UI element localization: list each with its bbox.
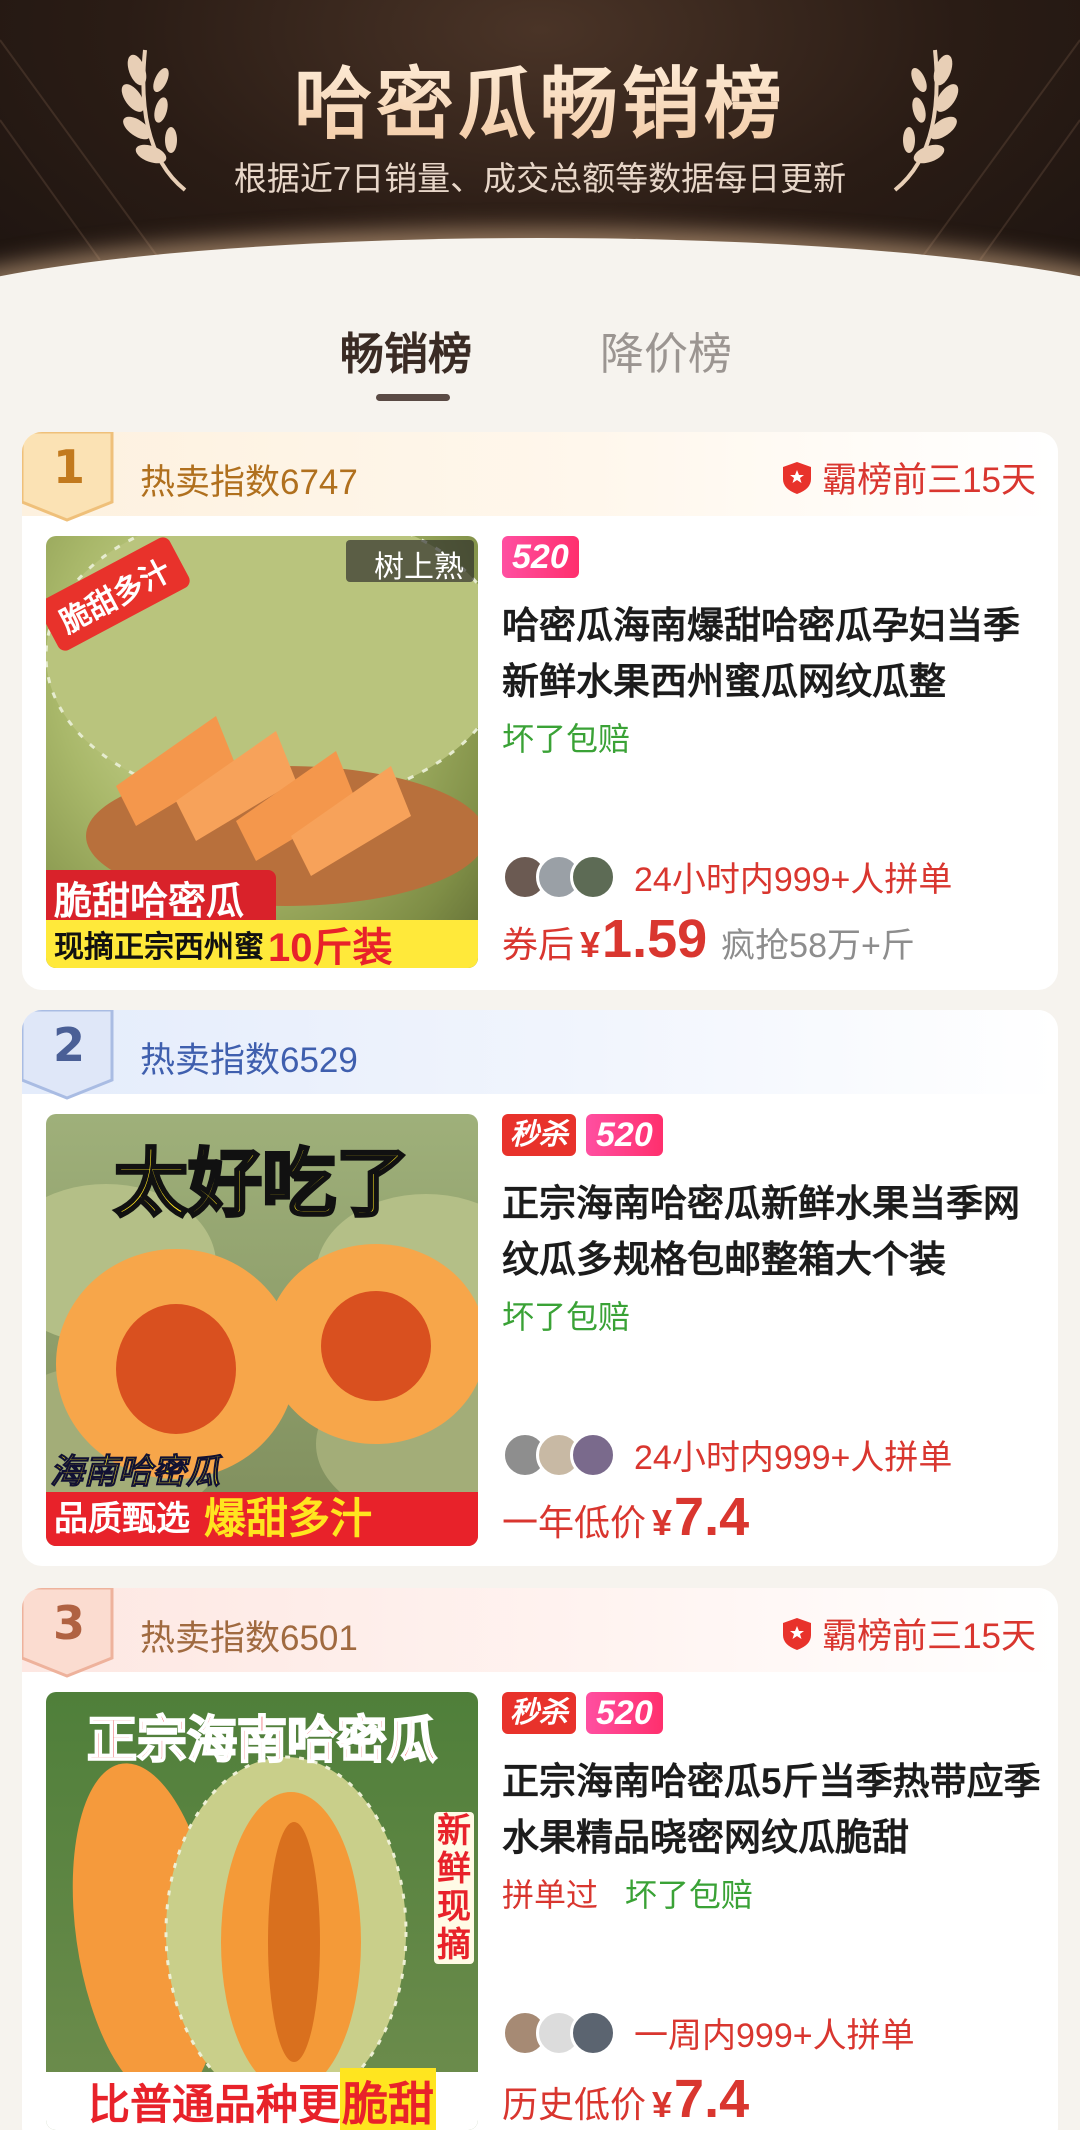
- product-card[interactable]: 1 热卖指数6747 霸榜前三15天 树上熟 脆甜多汁 脆甜哈密瓜 现摘正宗西州…: [22, 432, 1058, 990]
- tag-row: 秒杀 520: [502, 1114, 1042, 1156]
- tag-row: 520: [502, 536, 1042, 578]
- price-label: 券后: [502, 924, 575, 965]
- currency-symbol: ¥: [580, 924, 601, 965]
- tag-row: 秒杀 520: [502, 1692, 1042, 1734]
- image-banner-text: 比普通品种更: [87, 2080, 340, 2128]
- product-title[interactable]: 哈密瓜海南爆甜哈密瓜孕妇当季新鲜水果西州蜜瓜网纹瓜整: [502, 598, 1042, 710]
- tag-flash-sale: 秒杀: [502, 1692, 577, 1734]
- ranking-tabs: 畅销榜 降价榜: [0, 318, 1080, 408]
- avatar: [570, 1431, 616, 1478]
- sold-count: 疯抢58万+斤: [721, 927, 915, 965]
- price-value: 1.59: [602, 909, 708, 969]
- image-banner: 比普通品种更 脆甜: [46, 2068, 478, 2130]
- avatar: [570, 853, 616, 900]
- group-buy-text: 一周内999+人拼单: [634, 2017, 915, 2055]
- product-title[interactable]: 正宗海南哈密瓜新鲜水果当季网纹瓜多规格包邮整箱大个装: [502, 1176, 1042, 1288]
- image-banner-text: 现摘正宗西州蜜: [54, 931, 264, 964]
- product-info: 秒杀 520 正宗海南哈密瓜5斤当季热带应季水果精品晓密网纹瓜脆甜 拼单过 坏了…: [502, 1692, 1042, 2130]
- product-image[interactable]: 正宗海南哈密瓜 新鲜现摘 比普通品种更 脆甜: [46, 1692, 478, 2130]
- card-header: 2 热卖指数6529: [22, 1010, 1058, 1100]
- product-info: 秒杀 520 正宗海南哈密瓜新鲜水果当季网纹瓜多规格包邮整箱大个装 坏了包赔 2…: [502, 1114, 1042, 1554]
- price-label: 历史低价: [502, 2084, 647, 2125]
- image-banner-line2: 现摘正宗西州蜜 10斤装: [46, 920, 478, 968]
- image-banner-line2: 品质甄选 爆甜多汁: [46, 1492, 478, 1546]
- product-title[interactable]: 正宗海南哈密瓜5斤当季热带应季水果精品晓密网纹瓜脆甜: [502, 1754, 1042, 1866]
- top3-tag: 霸榜前三15天: [782, 1608, 1036, 1659]
- currency-symbol: ¥: [652, 1502, 673, 1543]
- shield-star-icon: [783, 1617, 812, 1650]
- shield-star-icon: [783, 461, 812, 494]
- ranking-header: 哈密瓜畅销榜 根据近7日销量、成交总额等数据每日更新: [0, 0, 1080, 300]
- image-banner-line1: 海南哈密瓜: [50, 1453, 221, 1492]
- guarantee-row: 坏了包赔: [502, 714, 1042, 758]
- guarantee-row: 坏了包赔: [502, 1292, 1042, 1336]
- product-image[interactable]: 太好吃了 海南哈密瓜 品质甄选 爆甜多汁: [46, 1114, 478, 1546]
- guarantee-refund: 坏了包赔: [502, 1299, 631, 1335]
- guarantee-refund: 坏了包赔: [502, 721, 631, 757]
- avatar: [570, 2009, 616, 2056]
- group-buy-row: 24小时内999+人拼单: [502, 1430, 952, 1479]
- price-row: 一年低价 ¥ 7.4: [502, 1486, 749, 1548]
- tag-flash-sale: 秒杀: [502, 1114, 577, 1156]
- card-header: 3 热卖指数6501 霸榜前三15天: [22, 1588, 1058, 1678]
- group-buy-row: 一周内999+人拼单: [502, 2008, 915, 2057]
- hot-index: 热卖指数6529: [140, 1041, 358, 1080]
- hot-index: 热卖指数6747: [140, 463, 358, 502]
- rank-number: 2: [52, 1018, 85, 1072]
- price-row: 历史低价 ¥ 7.4: [502, 2068, 749, 2130]
- avatar-group: [502, 1431, 616, 1478]
- guarantee-refund: 坏了包赔: [624, 1877, 753, 1913]
- page-subtitle: 根据近7日销量、成交总额等数据每日更新: [233, 160, 847, 197]
- price-row: 券后 ¥ 1.59 疯抢58万+斤: [502, 908, 915, 970]
- currency-symbol: ¥: [652, 2084, 673, 2125]
- price-label: 一年低价: [502, 1502, 647, 1543]
- tag-520: 520: [586, 1114, 663, 1156]
- top3-text: 霸榜前三15天: [822, 1617, 1036, 1656]
- product-info: 520 哈密瓜海南爆甜哈密瓜孕妇当季新鲜水果西州蜜瓜网纹瓜整 坏了包赔 24小时…: [502, 536, 1042, 976]
- tag-520: 520: [502, 536, 579, 578]
- guarantee-group-bought: 拼单过: [502, 1877, 599, 1913]
- group-buy-text: 24小时内999+人拼单: [634, 1439, 953, 1477]
- product-card[interactable]: 3 热卖指数6501 霸榜前三15天 正宗海南哈密瓜 新鲜现摘 比普通品种更 脆…: [22, 1588, 1058, 2130]
- image-corner-label: 树上熟: [374, 551, 464, 584]
- product-card[interactable]: 2 热卖指数6529 太好吃了 海南哈密瓜 品质甄选 爆甜多汁 秒杀 520 正…: [22, 1010, 1058, 1566]
- price-value: 7.4: [674, 1487, 750, 1547]
- price-value: 7.4: [674, 2069, 750, 2129]
- group-buy-row: 24小时内999+人拼单: [502, 852, 952, 901]
- rank-number: 3: [52, 1596, 85, 1650]
- rank-number: 1: [52, 440, 85, 494]
- product-image[interactable]: 树上熟 脆甜多汁 脆甜哈密瓜 现摘正宗西州蜜 10斤装: [46, 536, 478, 968]
- guarantee-row: 拼单过 坏了包赔: [502, 1870, 1042, 1914]
- active-tab-indicator: [376, 394, 450, 401]
- avatar-group: [502, 2009, 616, 2056]
- hot-index: 热卖指数6501: [140, 1619, 358, 1658]
- tag-520: 520: [586, 1692, 663, 1734]
- tab-price-drop[interactable]: 降价榜: [600, 318, 732, 382]
- image-side-label: 新鲜现摘: [434, 1812, 474, 1964]
- top3-text: 霸榜前三15天: [822, 461, 1036, 500]
- image-banner-highlight: 脆甜: [340, 2068, 436, 2130]
- image-banner-line1: 脆甜哈密瓜: [46, 870, 276, 923]
- image-banner-text: 品质甄选: [46, 1492, 198, 1546]
- card-header: 1 热卖指数6747 霸榜前三15天: [22, 432, 1058, 522]
- image-banner-highlight: 爆甜多汁: [198, 1492, 478, 1546]
- image-headline: 太好吃了: [113, 1141, 412, 1227]
- page-title: 哈密瓜畅销榜: [0, 42, 1080, 154]
- avatar-group: [502, 853, 616, 900]
- image-headline: 正宗海南哈密瓜: [86, 1711, 438, 1769]
- top3-tag: 霸榜前三15天: [782, 452, 1036, 503]
- group-buy-text: 24小时内999+人拼单: [634, 861, 953, 899]
- image-banner-highlight: 10斤装: [268, 926, 393, 968]
- tab-bestseller[interactable]: 畅销榜: [340, 318, 472, 382]
